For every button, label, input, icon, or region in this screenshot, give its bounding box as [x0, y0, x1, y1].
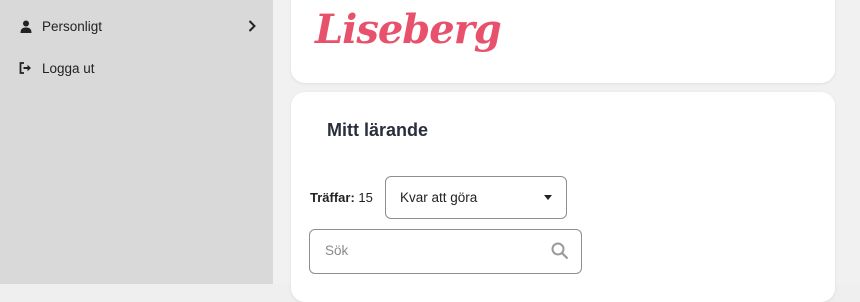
liseberg-logo: Liseberg — [315, 6, 502, 53]
user-icon — [18, 18, 34, 34]
status-filter-select[interactable]: Kvar att göra — [385, 176, 567, 219]
status-filter-value: Kvar att göra — [400, 190, 478, 205]
page-title: Mitt lärande — [327, 120, 429, 140]
learning-card: Mitt lärande Träffar: 15 Kvar att göra — [291, 92, 835, 302]
chevron-right-icon — [248, 20, 256, 32]
sidebar-item-label: Logga ut — [42, 60, 95, 76]
brand-card: Liseberg — [291, 0, 835, 83]
sidebar-item-personal[interactable]: Personligt — [18, 18, 256, 34]
hits-counter: Träffar: 15 — [310, 190, 373, 205]
sidebar-item-label: Personligt — [42, 18, 103, 34]
hits-count: 15 — [358, 190, 373, 205]
sign-out-icon — [18, 60, 34, 76]
caret-down-icon — [544, 195, 552, 200]
search-icon[interactable] — [551, 242, 569, 265]
hits-label: Träffar: — [310, 190, 355, 205]
sidebar-item-logout[interactable]: Logga ut — [18, 60, 95, 76]
search-field[interactable] — [309, 229, 582, 274]
search-input[interactable] — [323, 242, 547, 259]
sidebar: Personligt Logga ut — [0, 0, 273, 284]
